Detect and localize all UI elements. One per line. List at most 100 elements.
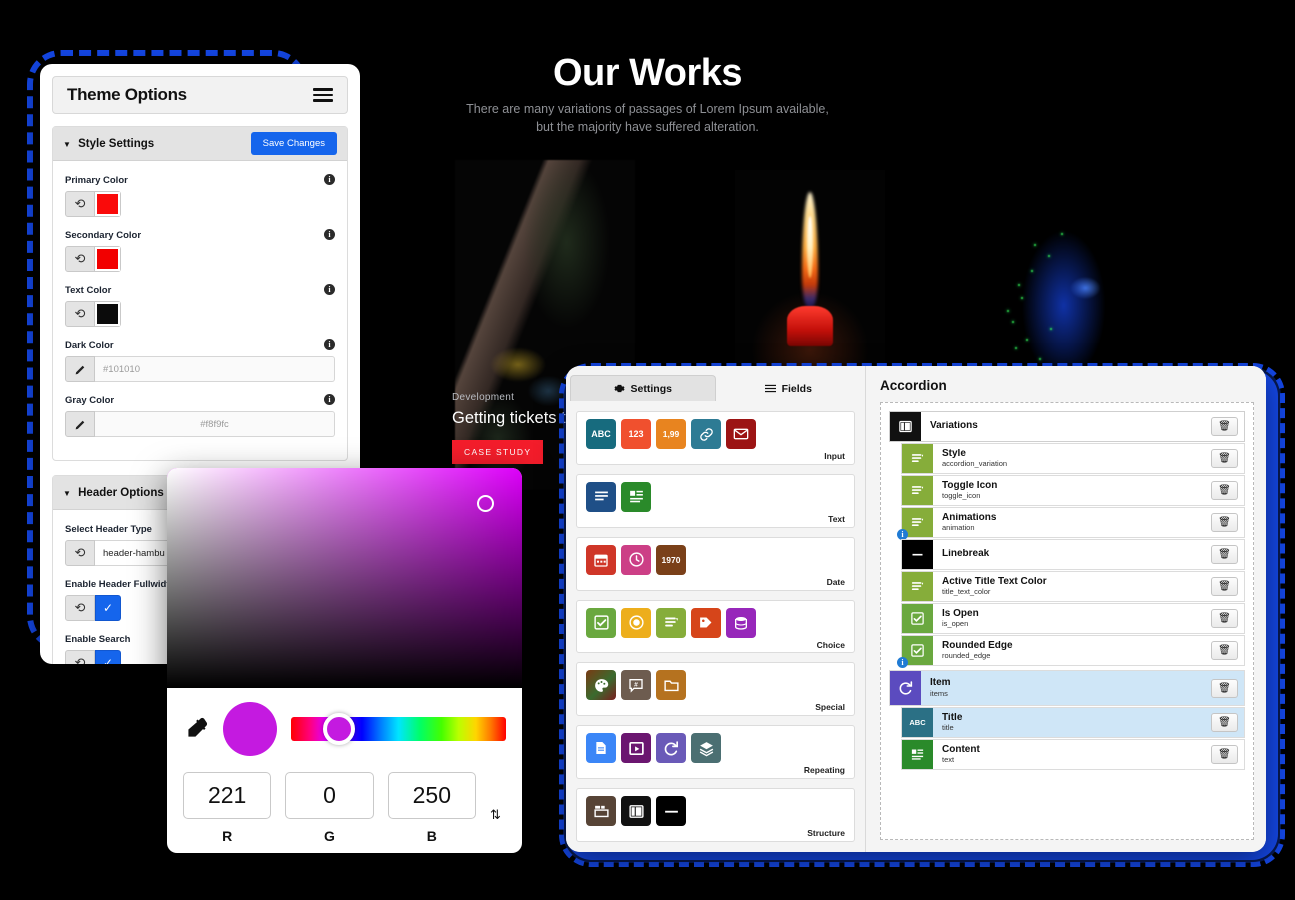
info-icon[interactable]: i: [324, 284, 335, 295]
table-row[interactable]: Is Open is_open 🗑: [901, 603, 1245, 634]
table-row[interactable]: i Rounded Edge rounded_edge 🗑: [897, 635, 1245, 668]
table-row[interactable]: Active Title Text Color title_text_color…: [901, 571, 1245, 602]
hue-slider[interactable]: [291, 713, 506, 745]
info-icon[interactable]: i: [897, 657, 908, 668]
field-group-label: Date: [826, 576, 845, 587]
decimal-field-icon[interactable]: 1,99: [656, 419, 686, 449]
icon-field-icon[interactable]: #: [621, 670, 651, 701]
case-study-button[interactable]: CASE STUDY: [452, 440, 544, 464]
table-row[interactable]: Toggle Icon toggle_icon 🗑: [901, 475, 1245, 506]
wysiwyg-field-icon[interactable]: [621, 481, 651, 512]
trash-icon[interactable]: 🗑: [1211, 417, 1238, 436]
table-row[interactable]: ABC Title title 🗑: [901, 707, 1245, 738]
time-field-icon[interactable]: [621, 544, 651, 575]
color-swatch-primary[interactable]: [95, 191, 121, 217]
radio-field-icon[interactable]: [621, 607, 651, 638]
text-field-icon[interactable]: ABC: [586, 419, 616, 449]
pencil-icon[interactable]: [65, 356, 95, 382]
field-dark-color: Dark Color i #101010: [65, 339, 335, 382]
table-row[interactable]: i Animations animation 🗑: [897, 507, 1245, 540]
columns-field-icon[interactable]: [621, 796, 651, 827]
row-label: Style: [942, 448, 966, 459]
color-field-icon[interactable]: [586, 670, 616, 701]
select-field-icon[interactable]: [656, 607, 686, 638]
table-row[interactable]: Variations 🗑: [889, 411, 1245, 442]
table-row[interactable]: Linebreak 🗑: [901, 539, 1245, 570]
post-field-icon[interactable]: [586, 733, 616, 764]
tab-settings[interactable]: Settings: [570, 375, 716, 401]
date-field-icon[interactable]: [586, 544, 616, 575]
g-input[interactable]: 0: [285, 772, 374, 819]
reset-icon[interactable]: ⟲: [65, 595, 95, 621]
table-row[interactable]: Item items 🗑: [889, 670, 1245, 706]
builder-tabs: Settings Fields: [566, 375, 865, 401]
tabs-field-icon[interactable]: [586, 796, 616, 827]
save-changes-button[interactable]: Save Changes: [250, 132, 337, 155]
tags-field-icon[interactable]: [691, 607, 721, 638]
video-field-icon[interactable]: [621, 733, 651, 764]
select-icon: [902, 572, 933, 601]
hue-handle[interactable]: [323, 713, 355, 745]
reset-icon[interactable]: ⟲: [65, 540, 95, 566]
b-label: B: [426, 828, 437, 844]
tab-fields[interactable]: Fields: [716, 375, 862, 401]
color-swatch-text[interactable]: [95, 301, 121, 327]
dark-color-input[interactable]: #101010: [95, 356, 335, 382]
eyedropper-icon[interactable]: [183, 716, 209, 742]
trash-icon[interactable]: 🗑: [1211, 513, 1238, 532]
header-fullwidth-checkbox[interactable]: ✓: [95, 595, 121, 621]
reset-icon[interactable]: ⟲: [65, 191, 95, 217]
rgb-inputs: 221 R 0 G 250 B ⇅: [183, 772, 506, 844]
updown-stepper-icon[interactable]: ⇅: [490, 807, 506, 823]
table-row[interactable]: Style accordion_variation 🗑: [901, 443, 1245, 474]
info-icon[interactable]: i: [324, 229, 335, 240]
info-icon[interactable]: i: [324, 339, 335, 350]
reset-icon[interactable]: ⟲: [65, 246, 95, 272]
trash-icon[interactable]: 🗑: [1211, 545, 1238, 564]
year-field-icon[interactable]: 1970: [656, 544, 686, 575]
field-label: Primary Color: [65, 175, 128, 186]
row-label: Linebreak: [942, 549, 990, 560]
pencil-icon[interactable]: [65, 411, 95, 437]
trash-icon[interactable]: 🗑: [1211, 449, 1238, 468]
hamburger-icon[interactable]: [313, 88, 333, 102]
field-label: Gray Color: [65, 395, 115, 406]
enable-search-checkbox[interactable]: ✓: [95, 650, 121, 664]
checkbox-field-icon[interactable]: [586, 607, 616, 638]
trash-icon[interactable]: 🗑: [1211, 641, 1238, 660]
candle-body: [787, 306, 833, 346]
trash-icon[interactable]: 🗑: [1211, 713, 1238, 732]
style-settings-header[interactable]: ▼ Style Settings Save Changes: [53, 127, 347, 161]
table-row[interactable]: Content text 🗑: [901, 739, 1245, 770]
layers-field-icon[interactable]: [691, 733, 721, 764]
row-label: Item: [930, 678, 951, 689]
data-field-icon[interactable]: [726, 607, 756, 638]
linebreak-field-icon[interactable]: [656, 796, 686, 827]
b-input[interactable]: 250: [387, 772, 476, 819]
info-icon[interactable]: i: [324, 394, 335, 405]
trash-icon[interactable]: 🗑: [1211, 678, 1238, 698]
saturation-value-area[interactable]: [167, 468, 522, 688]
gray-color-input[interactable]: #f8f9fc: [95, 411, 335, 437]
color-swatch-secondary[interactable]: [95, 246, 121, 272]
repeater-field-icon[interactable]: [656, 733, 686, 764]
reset-icon[interactable]: ⟲: [65, 650, 95, 664]
trash-icon[interactable]: 🗑: [1211, 481, 1238, 500]
r-input[interactable]: 221: [183, 772, 272, 819]
textarea-field-icon[interactable]: [586, 481, 616, 512]
field-group-label: Repeating: [803, 765, 845, 776]
email-field-icon[interactable]: [726, 419, 756, 449]
trash-icon[interactable]: 🗑: [1211, 577, 1238, 596]
number-field-icon[interactable]: 123: [621, 419, 651, 449]
field-group-text: Text: [576, 473, 855, 528]
trash-icon[interactable]: 🗑: [1211, 609, 1238, 628]
info-icon[interactable]: i: [324, 174, 335, 185]
reset-icon[interactable]: ⟲: [65, 301, 95, 327]
file-field-icon[interactable]: [656, 670, 686, 701]
color-picker-popup: 221 R 0 G 250 B ⇅: [167, 468, 522, 853]
trash-icon[interactable]: 🗑: [1211, 745, 1238, 764]
builder-left-pane: Settings Fields ABC 123 1,99 Input Text …: [566, 366, 866, 852]
link-field-icon[interactable]: [691, 419, 721, 449]
saturation-handle[interactable]: [477, 495, 494, 512]
row-label: Toggle Icon: [942, 480, 998, 491]
